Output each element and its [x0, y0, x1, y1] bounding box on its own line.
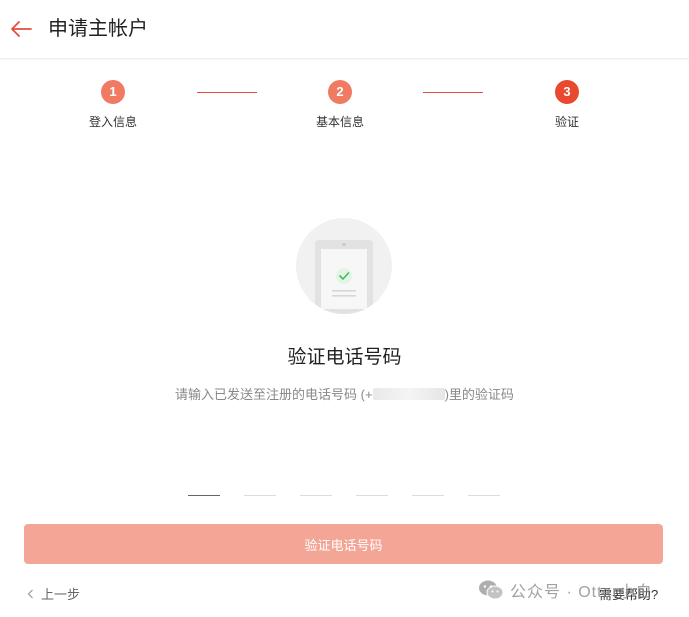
- masked-phone-number: [372, 388, 445, 400]
- code-digit-input-1[interactable]: [188, 478, 220, 496]
- apply-main-account-page: 申请主帐户 1 登入信息 2 基本信息 3 验证 验证电话号码 请输入已发送至注…: [0, 0, 689, 617]
- previous-step-label: 上一步: [41, 587, 81, 602]
- step-connector: [423, 92, 483, 93]
- description-prefix: 请输入已发送至注册的电话号码 (+: [175, 387, 373, 402]
- verify-phone-button[interactable]: 验证电话号码: [24, 524, 663, 564]
- step-label: 验证: [554, 115, 579, 129]
- arrow-left-icon: [11, 21, 32, 37]
- step-login-info: 1 登入信息: [53, 80, 173, 130]
- back-button[interactable]: [8, 16, 34, 42]
- page-header: 申请主帐户: [0, 0, 689, 59]
- step-number-badge: 3: [555, 80, 579, 104]
- code-digit-input-5[interactable]: [412, 478, 444, 496]
- code-digit-input-4[interactable]: [356, 478, 388, 496]
- description-suffix: )里的验证码: [444, 387, 514, 402]
- progress-stepper: 1 登入信息 2 基本信息 3 验证: [0, 80, 689, 140]
- step-verify: 3 验证: [507, 80, 627, 130]
- verify-phone-description: 请输入已发送至注册的电话号码 (+ )里的验证码: [0, 384, 689, 403]
- verify-phone-title: 验证电话号码: [287, 347, 402, 368]
- phone-check-icon: [315, 240, 373, 314]
- previous-step-link[interactable]: 上一步: [26, 584, 80, 603]
- step-connector: [197, 92, 257, 93]
- step-number-badge: 2: [328, 80, 352, 104]
- wechat-icon: [479, 580, 504, 600]
- verification-code-inputs: [188, 478, 508, 498]
- step-label: 登入信息: [88, 115, 137, 129]
- code-digit-input-6[interactable]: [468, 478, 500, 496]
- code-digit-input-3[interactable]: [300, 478, 332, 496]
- step-label: 基本信息: [315, 115, 364, 129]
- chevron-left-icon: [27, 589, 33, 598]
- step-number-badge: 1: [101, 80, 125, 104]
- phone-verified-illustration: [296, 218, 392, 314]
- step-basic-info: 2 基本信息: [280, 80, 400, 130]
- code-digit-input-2[interactable]: [244, 478, 276, 496]
- page-title: 申请主帐户: [48, 18, 148, 40]
- help-link[interactable]: 需要帮助?: [599, 584, 658, 603]
